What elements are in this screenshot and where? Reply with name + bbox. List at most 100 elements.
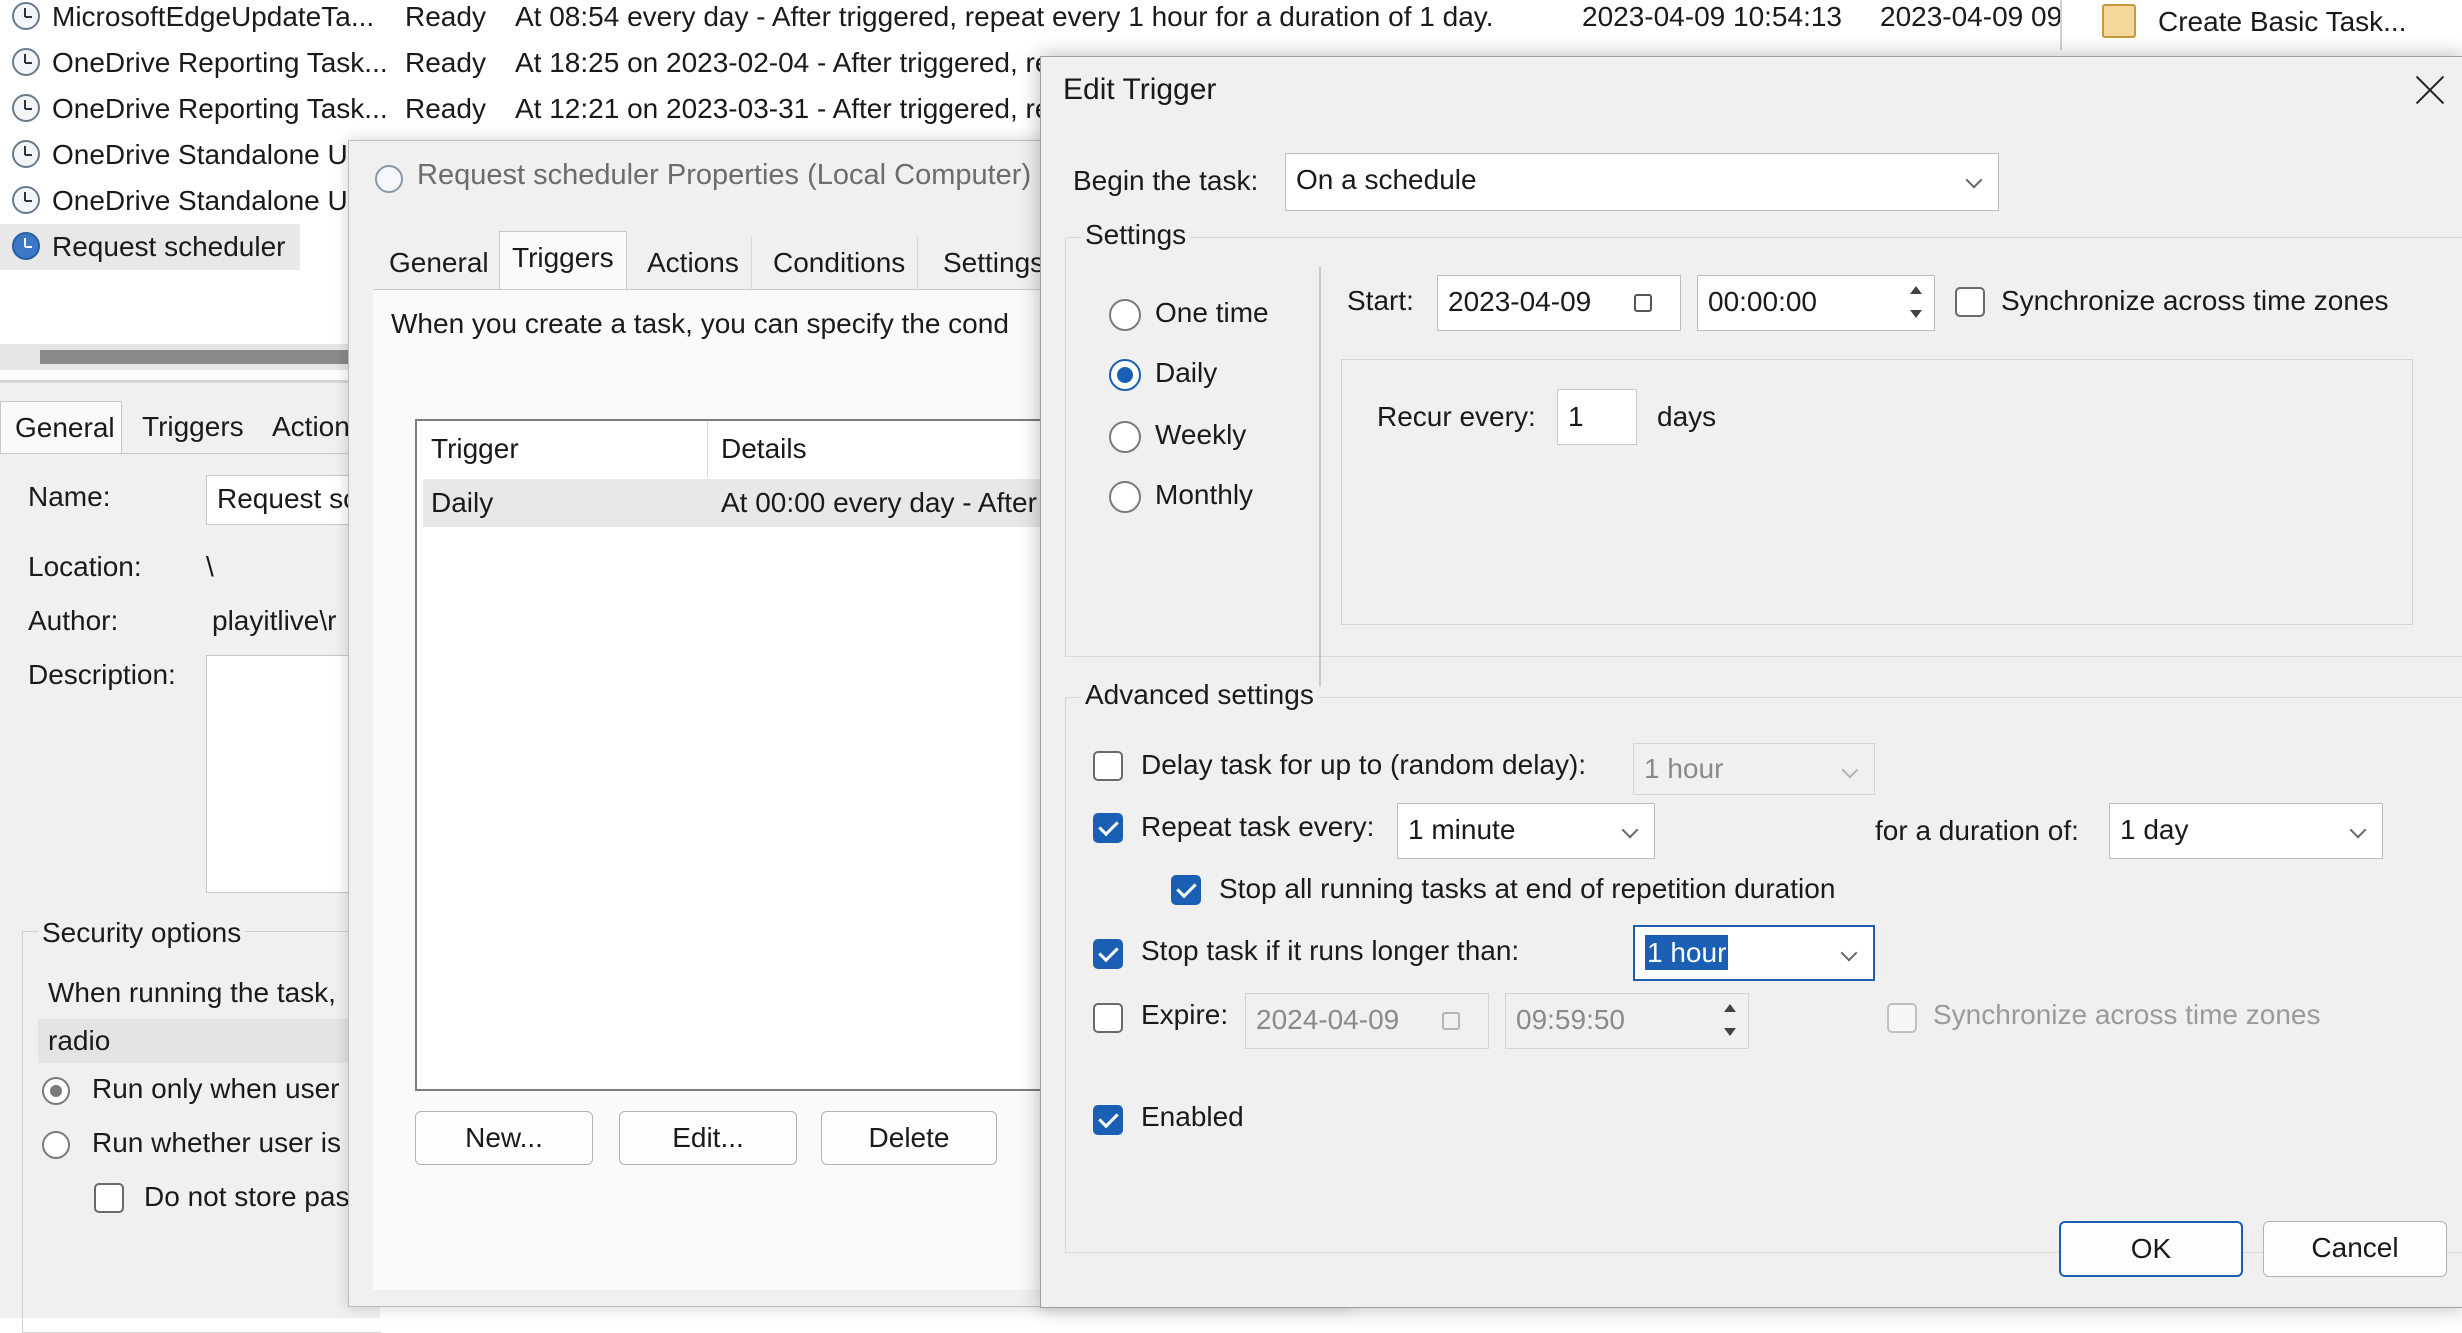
task-name: MicrosoftEdgeUpdateTa... — [52, 1, 375, 32]
cancel-button[interactable]: Cancel — [2263, 1221, 2447, 1277]
edit-trigger-dialog: Edit Trigger Begin the task: On a schedu… — [1040, 56, 2462, 1308]
delay-select[interactable]: 1 hour — [1633, 743, 1875, 795]
column-divider — [707, 421, 708, 477]
task-name: OneDrive Reporting Task... — [52, 47, 388, 78]
time-down-icon[interactable] — [1902, 304, 1930, 324]
recur-every-label: Recur every: — [1377, 401, 1536, 432]
start-time-value: 00:00:00 — [1708, 286, 1817, 317]
create-basic-task-link[interactable]: Create Basic Task... — [2158, 2, 2406, 42]
edit-trigger-button[interactable]: Edit... — [619, 1111, 797, 1165]
enabled-checkbox[interactable] — [1093, 1105, 1123, 1135]
delay-task-checkbox[interactable] — [1093, 751, 1123, 781]
tab-triggers[interactable]: Triggers — [499, 231, 627, 292]
tab-settings[interactable]: Settings — [931, 237, 1058, 289]
close-icon[interactable] — [2411, 69, 2451, 109]
location-label: Location: — [28, 551, 142, 582]
task-name: OneDrive Standalone U — [52, 185, 348, 216]
expire-sync-checkbox[interactable] — [1887, 1003, 1917, 1033]
task-name: Request scheduler — [52, 231, 286, 262]
time-up-icon[interactable] — [1902, 280, 1930, 300]
radio-dot — [1117, 367, 1133, 383]
stop-longer-select[interactable]: 1 hour — [1633, 925, 1875, 981]
scrollbar-thumb[interactable] — [40, 350, 360, 364]
repeat-interval-value: 1 minute — [1408, 814, 1516, 845]
dialog-title: Edit Trigger — [1063, 73, 1217, 106]
run-whether-radio[interactable] — [42, 1131, 70, 1159]
task-properties-pane: General Triggers Action Name: Request sc… — [0, 380, 381, 1333]
location-value: \ — [206, 551, 214, 582]
task-row[interactable]: MicrosoftEdgeUpdateTa... Ready At 08:54 … — [0, 0, 2062, 40]
ok-button[interactable]: OK — [2059, 1221, 2243, 1277]
expire-time-field[interactable]: 09:59:50 — [1505, 993, 1749, 1049]
weekly-radio[interactable] — [1109, 421, 1141, 453]
new-trigger-button[interactable]: New... — [415, 1111, 593, 1165]
security-options-label: Security options — [38, 917, 246, 949]
column-header-details[interactable]: Details — [721, 433, 807, 465]
start-label: Start: — [1347, 285, 1414, 316]
start-time-field[interactable]: 00:00:00 — [1697, 275, 1935, 331]
time-up-icon[interactable] — [1716, 998, 1744, 1018]
run-whether-label: Run whether user is — [92, 1127, 342, 1158]
do-not-store-checkbox[interactable] — [94, 1183, 124, 1213]
begin-task-select[interactable]: On a schedule — [1285, 153, 1999, 211]
expire-date-value: 2024-04-09 — [1256, 1004, 1400, 1035]
task-name: OneDrive Standalone U — [52, 139, 348, 170]
tab-general[interactable]: General — [377, 237, 502, 289]
sync-timezones-checkbox[interactable] — [1955, 287, 1985, 317]
task-clock-icon — [12, 232, 40, 260]
clock-icon — [375, 165, 403, 193]
task-status: Ready — [405, 93, 486, 124]
task-clock-icon — [12, 2, 40, 30]
daily-label: Daily — [1155, 357, 1218, 388]
triggers-intro-text: When you create a task, you can specify … — [391, 308, 1009, 339]
monthly-label: Monthly — [1155, 479, 1254, 510]
daily-radio[interactable] — [1109, 359, 1141, 391]
chevron-down-icon — [1621, 821, 1639, 839]
delete-trigger-button[interactable]: Delete — [821, 1111, 997, 1165]
when-running-label: When running the task, — [48, 977, 336, 1008]
settings-label: Settings — [1081, 219, 1191, 251]
start-date-value: 2023-04-09 — [1448, 286, 1592, 317]
chevron-down-icon — [1841, 761, 1859, 779]
one-time-radio[interactable] — [1109, 299, 1141, 331]
horizontal-scrollbar[interactable] — [0, 344, 360, 370]
details-cell: At 00:00 every day - After — [721, 487, 1037, 518]
start-date-picker[interactable]: 2023-04-09 — [1437, 275, 1681, 331]
description-label: Description: — [28, 659, 176, 690]
run-only-radio[interactable] — [42, 1077, 70, 1105]
task-next-run: 2023-04-09 10:54:13 — [1582, 1, 1842, 32]
time-down-icon[interactable] — [1716, 1022, 1744, 1042]
monthly-radio[interactable] — [1109, 481, 1141, 513]
task-clock-icon — [12, 48, 40, 76]
stop-longer-checkbox[interactable] — [1093, 939, 1123, 969]
author-label: Author: — [28, 605, 119, 636]
tab-general[interactable]: General — [0, 401, 122, 454]
stop-all-checkbox[interactable] — [1171, 875, 1201, 905]
column-header-trigger[interactable]: Trigger — [431, 433, 519, 465]
create-basic-task-icon — [2102, 4, 2136, 38]
task-trigger: At 08:54 every day - After triggered, re… — [515, 1, 1494, 32]
tab-label: General — [15, 412, 115, 443]
tab-conditions[interactable]: Conditions — [761, 237, 919, 289]
one-time-label: One time — [1155, 297, 1269, 328]
enabled-label: Enabled — [1141, 1101, 1244, 1132]
recur-unit-label: days — [1657, 401, 1717, 432]
calendar-icon[interactable] — [1442, 1012, 1460, 1030]
task-row-selected[interactable]: Request scheduler — [0, 224, 300, 270]
expire-date-picker[interactable]: 2024-04-09 — [1245, 993, 1489, 1049]
task-status: Ready — [405, 47, 486, 78]
tab-actions[interactable]: Actions — [635, 237, 752, 289]
author-value: playitlive\r — [212, 605, 337, 636]
tab-triggers[interactable]: Triggers — [142, 411, 244, 443]
calendar-icon[interactable] — [1634, 294, 1652, 312]
delay-value: 1 hour — [1644, 753, 1724, 784]
tab-divider — [0, 453, 380, 454]
task-trigger: At 18:25 on 2023-02-04 - After triggered… — [515, 47, 1051, 78]
repeat-interval-select[interactable]: 1 minute — [1397, 803, 1655, 859]
do-not-store-label: Do not store pas — [144, 1181, 350, 1212]
expire-checkbox[interactable] — [1093, 1003, 1123, 1033]
recur-every-input[interactable]: 1 — [1557, 389, 1637, 445]
duration-select[interactable]: 1 day — [2109, 803, 2383, 859]
tab-actions[interactable]: Action — [272, 411, 350, 443]
repeat-task-checkbox[interactable] — [1093, 813, 1123, 843]
